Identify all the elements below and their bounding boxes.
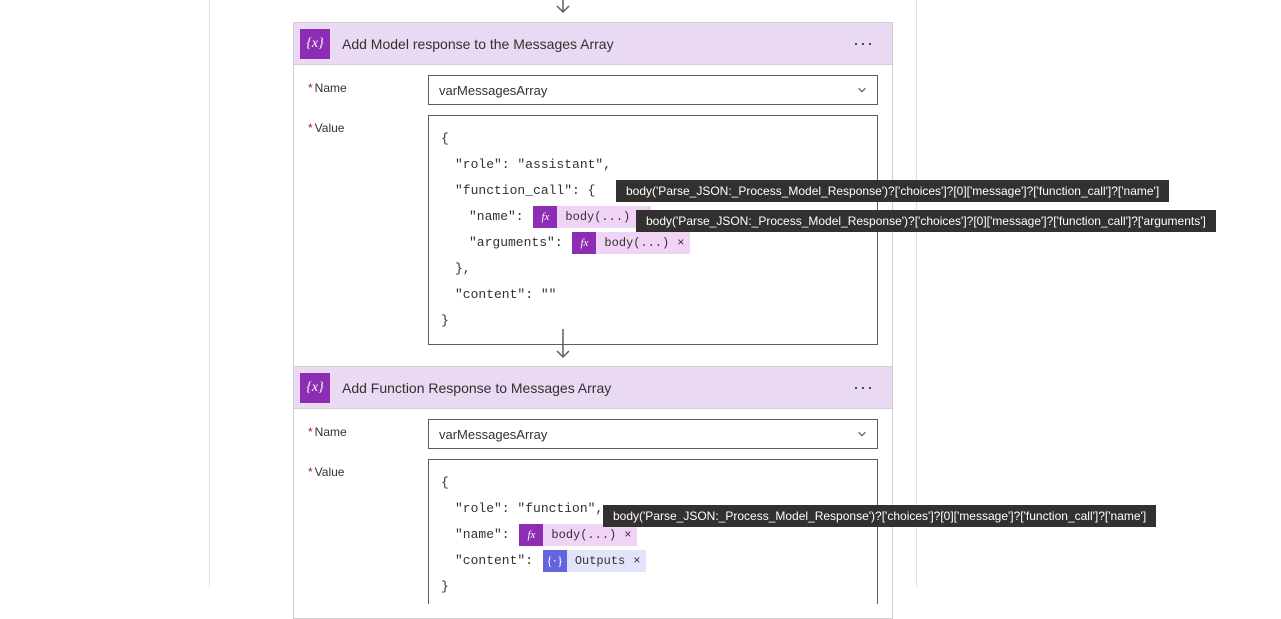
variable-action-icon: {x} <box>300 373 330 403</box>
field-label-name: *Name <box>308 75 428 95</box>
required-mark: * <box>308 465 313 479</box>
fx-icon: fx <box>519 524 543 546</box>
fx-icon: fx <box>533 206 557 228</box>
code-line: "role": "assistant", <box>441 152 865 178</box>
container-border-right <box>916 0 917 587</box>
name-select-value: varMessagesArray <box>439 83 547 98</box>
required-mark: * <box>308 81 313 95</box>
code-line: "content": {·} Outputs × <box>441 548 865 574</box>
field-row-value: *Value { "role": "function", "name": fx … <box>308 459 878 604</box>
field-label-name: *Name <box>308 419 428 439</box>
chevron-down-icon <box>857 429 867 439</box>
expression-tooltip-name: body('Parse_JSON:_Process_Model_Response… <box>616 180 1169 202</box>
field-label-value: *Value <box>308 115 428 135</box>
more-menu-button[interactable]: ··· <box>849 29 878 58</box>
outputs-token[interactable]: {·} Outputs × <box>543 550 647 572</box>
card-title: Add Model response to the Messages Array <box>342 36 849 52</box>
fx-icon: fx <box>572 232 596 254</box>
chevron-down-icon <box>553 0 573 18</box>
code-line: { <box>441 470 865 496</box>
dynamic-content-icon: {·} <box>543 550 567 572</box>
connector-arrow-middle <box>210 326 916 366</box>
name-select[interactable]: varMessagesArray <box>428 75 878 105</box>
field-row-name: *Name varMessagesArray <box>308 419 878 449</box>
flow-canvas: {x} Add Model response to the Messages A… <box>210 0 916 587</box>
card-header[interactable]: {x} Add Function Response to Messages Ar… <box>294 367 892 409</box>
expression-token-name[interactable]: fx body(...) × <box>533 206 651 228</box>
field-label-value: *Value <box>308 459 428 479</box>
token-label: Outputs <box>567 550 633 572</box>
code-line: "arguments": fx body(...) × <box>441 230 865 256</box>
chevron-down-icon <box>553 329 573 363</box>
code-line: { <box>441 126 865 152</box>
expression-tooltip-name: body('Parse_JSON:_Process_Model_Response… <box>603 505 1156 527</box>
value-editor[interactable]: { "role": "function", "name": fx body(..… <box>428 459 878 604</box>
name-select-value: varMessagesArray <box>439 427 547 442</box>
variable-action-icon: {x} <box>300 29 330 59</box>
card-header[interactable]: {x} Add Model response to the Messages A… <box>294 23 892 65</box>
expression-token-arguments[interactable]: fx body(...) × <box>572 232 690 254</box>
name-select[interactable]: varMessagesArray <box>428 419 878 449</box>
connector-arrow-top <box>210 0 916 20</box>
more-menu-button[interactable]: ··· <box>849 373 878 402</box>
token-remove-button[interactable]: × <box>677 232 690 254</box>
code-line: "content": "" <box>441 282 865 308</box>
chevron-down-icon <box>857 85 867 95</box>
card-title: Add Function Response to Messages Array <box>342 380 849 396</box>
code-line: } <box>441 574 865 600</box>
required-mark: * <box>308 121 313 135</box>
token-label: body(...) <box>596 232 677 254</box>
action-card-add-function-response: {x} Add Function Response to Messages Ar… <box>293 366 893 619</box>
field-row-name: *Name varMessagesArray <box>308 75 878 105</box>
expression-tooltip-arguments: body('Parse_JSON:_Process_Model_Response… <box>636 210 1216 232</box>
token-remove-button[interactable]: × <box>633 550 646 572</box>
code-line: }, <box>441 256 865 282</box>
required-mark: * <box>308 425 313 439</box>
token-label: body(...) <box>557 206 638 228</box>
